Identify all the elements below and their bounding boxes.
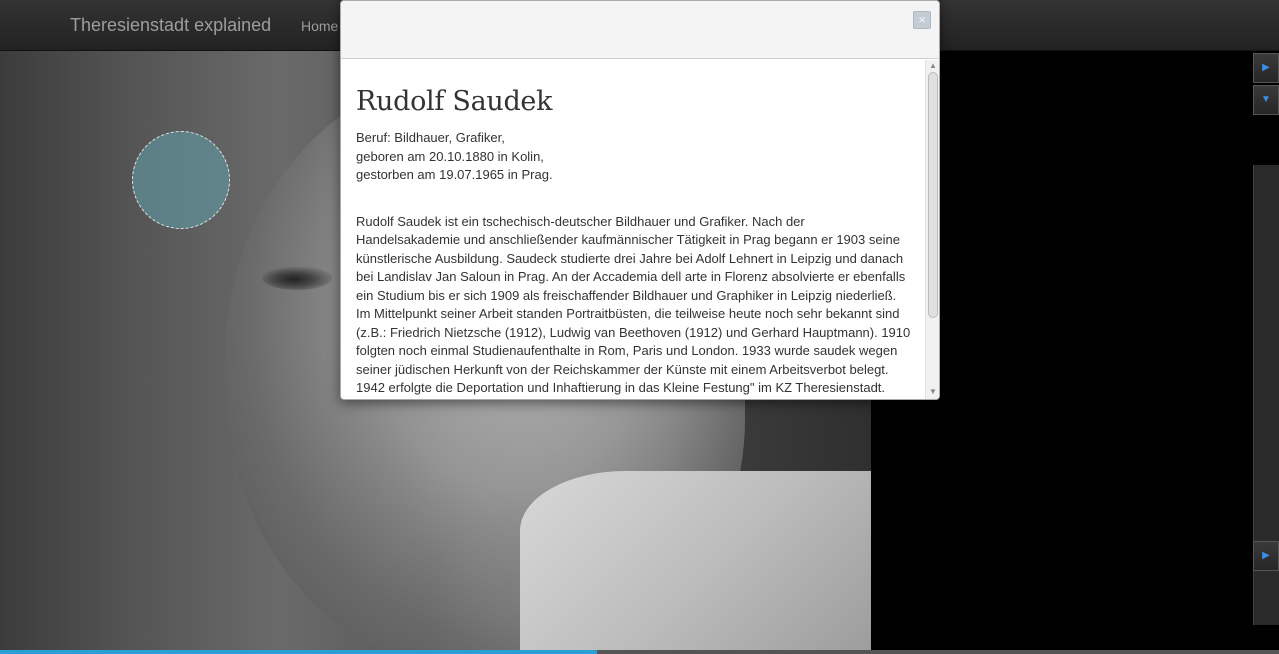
meta-profession: Beruf: Bildhauer, Grafiker, (356, 130, 505, 145)
hotspot-marker[interactable] (132, 131, 230, 229)
meta-died: gestorben am 19.07.1965 in Prag. (356, 167, 553, 182)
close-button[interactable]: × (913, 11, 931, 29)
close-icon: × (918, 12, 926, 27)
scroll-down-icon[interactable]: ▼ (928, 387, 938, 397)
person-modal: × Rudolf Saudek Beruf: Bildhauer, Grafik… (340, 0, 940, 400)
forward-button[interactable]: ▶ (1253, 541, 1279, 571)
progress-fill (0, 650, 598, 654)
modal-header: × (341, 1, 939, 59)
arrow-right-icon: ▶ (1262, 62, 1270, 73)
brand-link[interactable]: Theresienstadt explained (70, 15, 271, 36)
meta-born: geboren am 20.10.1880 in Kolin, (356, 148, 544, 164)
modal-scrollbar[interactable]: ▲ ▼ (925, 60, 939, 399)
scroll-thumb[interactable] (928, 72, 938, 318)
scroll-up-icon[interactable]: ▲ (928, 61, 938, 71)
toggle-down-button[interactable]: ▼ (1253, 85, 1279, 115)
person-name: Rudolf Saudek (356, 86, 553, 117)
nav-item-home[interactable]: Home (301, 18, 338, 34)
next-button[interactable]: ▶ (1253, 53, 1279, 83)
arrow-down-icon: ▼ (1261, 94, 1271, 105)
arrow-right-icon: ▶ (1262, 550, 1270, 561)
progress-bar[interactable] (0, 650, 1279, 654)
photo-eye-shading (262, 266, 332, 290)
photo-collar-shading (520, 471, 871, 650)
biography-text: Rudolf Saudek ist ein tschechisch-deutsc… (356, 213, 911, 396)
modal-body[interactable]: Rudolf Saudek Beruf: Bildhauer, Grafiker… (341, 60, 925, 399)
